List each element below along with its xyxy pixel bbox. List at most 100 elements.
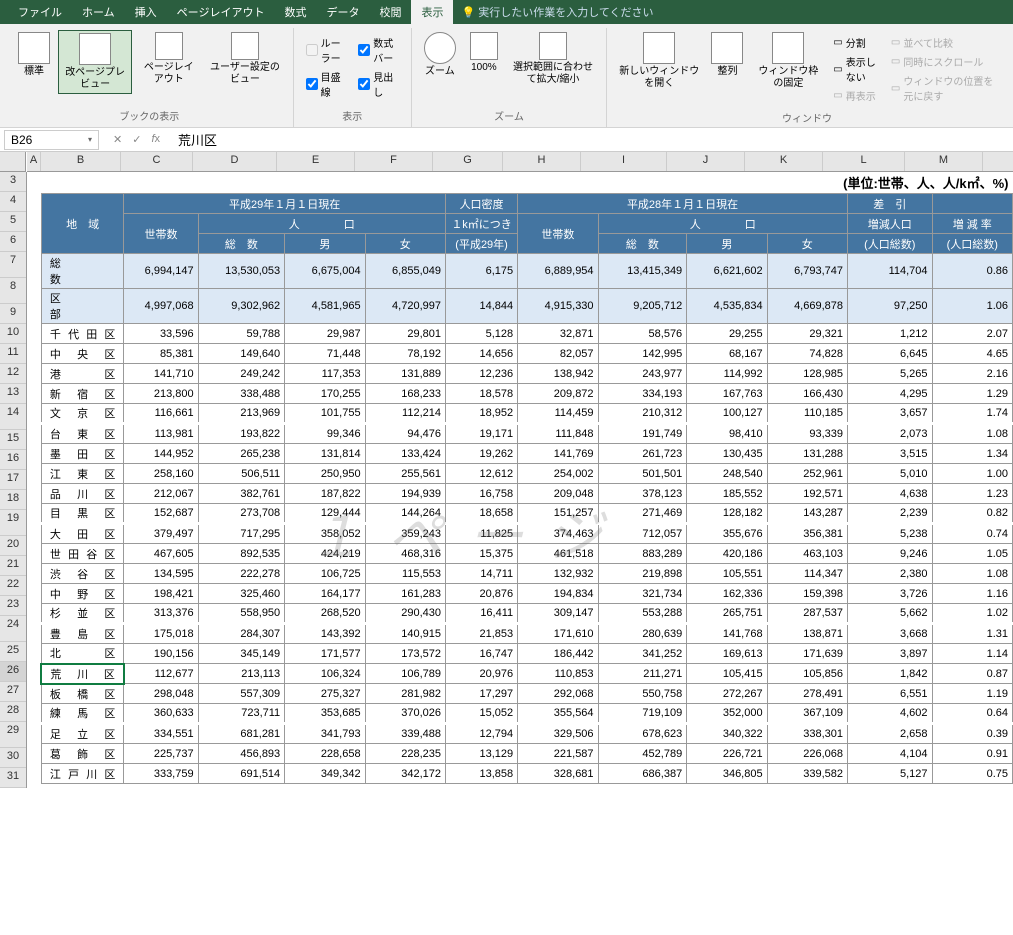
cell[interactable]: 差 引 [848, 194, 933, 214]
cell[interactable]: 309,147 [518, 604, 598, 624]
cell[interactable]: 33,596 [124, 324, 198, 344]
cell[interactable]: 58,576 [598, 324, 687, 344]
cell[interactable]: 1.14 [932, 644, 1012, 664]
cell[interactable] [27, 364, 41, 384]
cell[interactable]: 358,052 [285, 524, 365, 544]
cell[interactable]: 164,177 [285, 584, 365, 604]
cell[interactable]: 2,658 [848, 724, 933, 744]
cell[interactable]: 131,288 [767, 444, 847, 464]
region-name[interactable]: 文 京 区 [41, 404, 123, 424]
row-header[interactable]: 10 [0, 324, 26, 344]
cell[interactable]: 292,068 [518, 684, 598, 704]
cell[interactable]: 9,302,962 [198, 289, 285, 324]
cell[interactable]: 194,834 [518, 584, 598, 604]
cell[interactable]: 272,267 [687, 684, 767, 704]
cell[interactable]: 712,057 [598, 524, 687, 544]
cell[interactable]: 341,252 [598, 644, 687, 664]
cell[interactable]: 1.16 [932, 584, 1012, 604]
cell[interactable] [27, 172, 41, 194]
tab-insert[interactable]: 挿入 [125, 0, 167, 24]
cell[interactable]: 382,761 [198, 484, 285, 504]
region-name[interactable]: 江 東 区 [41, 464, 123, 484]
cell[interactable]: 4,104 [848, 744, 933, 764]
cell[interactable]: 12,236 [445, 364, 517, 384]
cell[interactable]: 74,828 [767, 344, 847, 364]
cell[interactable]: 334,551 [124, 724, 198, 744]
tab-home[interactable]: ホーム [72, 0, 125, 24]
cell[interactable]: 4.65 [932, 344, 1012, 364]
region-name[interactable]: 新 宿 区 [41, 384, 123, 404]
cell[interactable]: 0.87 [932, 664, 1012, 684]
cell[interactable]: 170,255 [285, 384, 365, 404]
cell[interactable]: 1,842 [848, 664, 933, 684]
cell[interactable]: 6,793,747 [767, 254, 847, 289]
region-name[interactable]: 中 野 区 [41, 584, 123, 604]
cell[interactable]: 194,939 [365, 484, 445, 504]
cell[interactable]: 4,581,965 [285, 289, 365, 324]
row-header[interactable]: 13 [0, 384, 26, 404]
chk-ruler[interactable]: ルーラー [306, 34, 347, 66]
cell[interactable]: 29,987 [285, 324, 365, 344]
cell[interactable]: 287,537 [767, 604, 847, 624]
cell[interactable]: 678,623 [598, 724, 687, 744]
cell[interactable]: 346,805 [687, 764, 767, 784]
row-header[interactable]: 7 [0, 252, 26, 278]
formula-input[interactable]: 荒川区 [170, 128, 1013, 151]
cell[interactable]: 114,704 [848, 254, 933, 289]
region-name[interactable]: 世 田 谷 区 [41, 544, 123, 564]
select-all-corner[interactable] [0, 152, 26, 172]
cell[interactable]: 17,297 [445, 684, 517, 704]
cell[interactable]: 370,026 [365, 704, 445, 724]
cell[interactable]: 424,219 [285, 544, 365, 564]
cell[interactable]: 13,530,053 [198, 254, 285, 289]
cell[interactable]: 265,238 [198, 444, 285, 464]
cell[interactable]: 190,156 [124, 644, 198, 664]
cell[interactable]: 9,246 [848, 544, 933, 564]
cell[interactable]: 171,639 [767, 644, 847, 664]
cell[interactable]: 341,793 [285, 724, 365, 744]
col-header[interactable]: H [503, 152, 581, 171]
cell[interactable]: 117,353 [285, 364, 365, 384]
cell[interactable]: 94,476 [365, 424, 445, 444]
cell[interactable]: 159,398 [767, 584, 847, 604]
cell[interactable]: 106,725 [285, 564, 365, 584]
cell[interactable]: 686,387 [598, 764, 687, 784]
cell[interactable]: 141,768 [687, 624, 767, 644]
cell[interactable]: 11,825 [445, 524, 517, 544]
row-header[interactable]: 3 [0, 172, 26, 192]
cancel-icon[interactable]: ✕ [109, 133, 126, 146]
cell[interactable]: 16,747 [445, 644, 517, 664]
cell[interactable]: 133,424 [365, 444, 445, 464]
cell[interactable]: 719,109 [598, 704, 687, 724]
cell[interactable] [27, 644, 41, 664]
cell[interactable]: 3,897 [848, 644, 933, 664]
row-header[interactable]: 21 [0, 556, 26, 576]
region-name[interactable]: 葛 飾 区 [41, 744, 123, 764]
cell[interactable] [27, 564, 41, 584]
cell[interactable]: 557,309 [198, 684, 285, 704]
cell[interactable]: 313,376 [124, 604, 198, 624]
cell[interactable]: 378,123 [598, 484, 687, 504]
cell[interactable]: 106,789 [365, 664, 445, 684]
cell[interactable]: 68,167 [687, 344, 767, 364]
cell[interactable] [27, 544, 41, 564]
cell[interactable]: 12,612 [445, 464, 517, 484]
cell[interactable]: 161,283 [365, 584, 445, 604]
cell[interactable]: 138,942 [518, 364, 598, 384]
cell[interactable]: 総 数 [41, 254, 123, 289]
cell[interactable]: 281,982 [365, 684, 445, 704]
cell[interactable]: 131,814 [285, 444, 365, 464]
cell[interactable]: 152,687 [124, 504, 198, 524]
cell[interactable]: 13,415,349 [598, 254, 687, 289]
cell[interactable]: 352,000 [687, 704, 767, 724]
cell[interactable]: 93,339 [767, 424, 847, 444]
cell[interactable]: 9,205,712 [598, 289, 687, 324]
cell[interactable]: 212,067 [124, 484, 198, 504]
cell[interactable]: 2,380 [848, 564, 933, 584]
cell[interactable]: 290,430 [365, 604, 445, 624]
name-box[interactable]: B26 [4, 130, 99, 150]
cell[interactable]: 367,109 [767, 704, 847, 724]
cell[interactable]: 360,633 [124, 704, 198, 724]
cell[interactable]: 21,853 [445, 624, 517, 644]
region-name[interactable]: 杉 並 区 [41, 604, 123, 624]
